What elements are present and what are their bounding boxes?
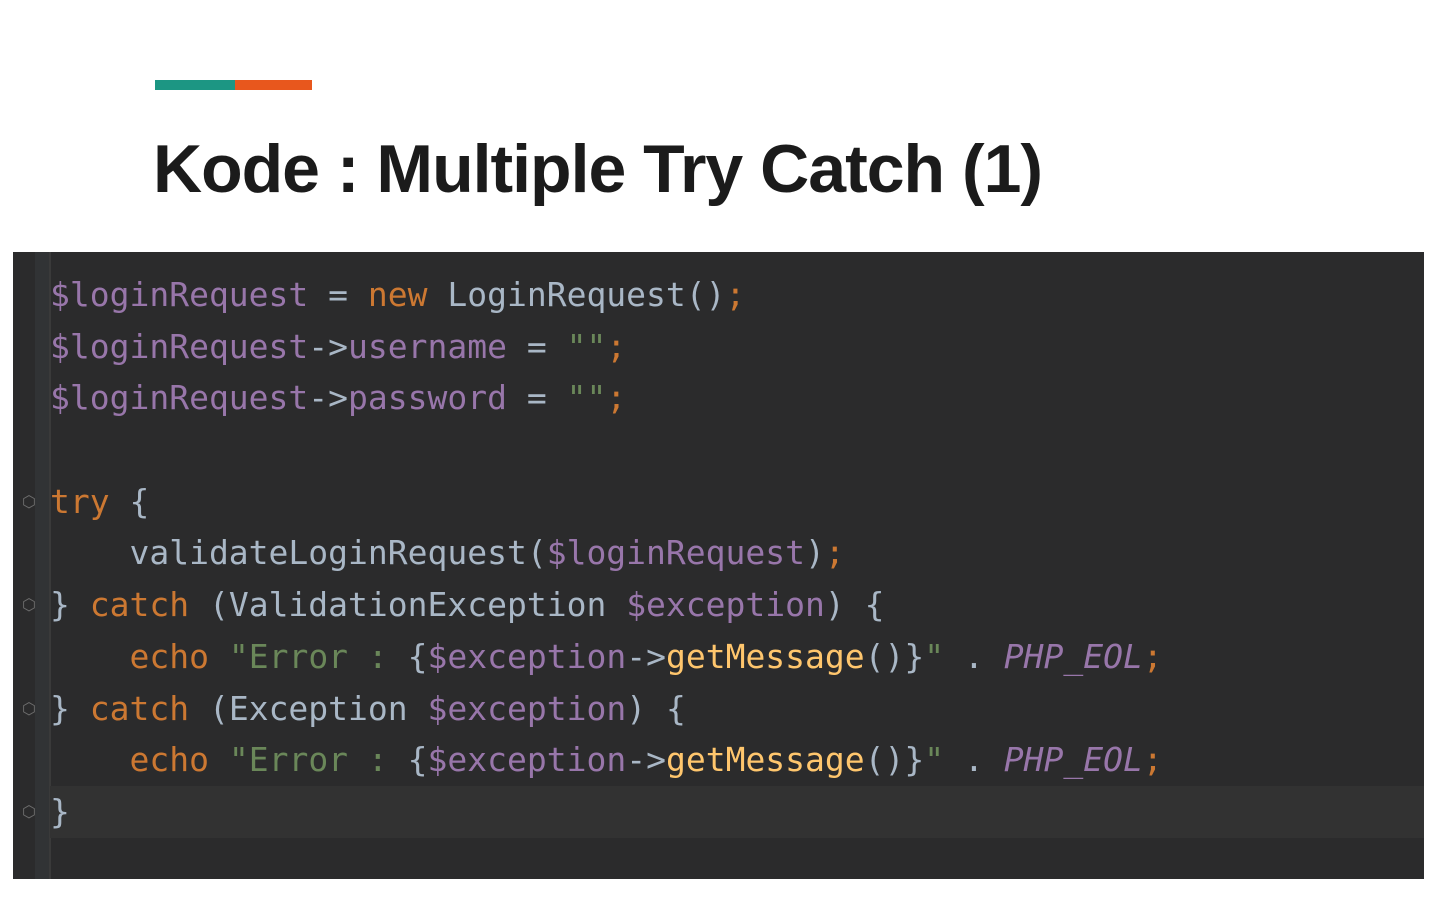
code-token: =: [506, 378, 567, 418]
code-token: ;: [824, 533, 845, 573]
code-token: {: [109, 481, 150, 521]
code-token: }: [50, 585, 90, 625]
accent-orange-segment: [235, 80, 312, 90]
code-token: $loginRequest: [50, 275, 309, 314]
code-token: username: [348, 326, 507, 366]
code-token: getMessage: [665, 636, 865, 676]
code-token: echo: [129, 636, 209, 676]
code-token: {: [407, 636, 428, 676]
code-token: ->: [308, 326, 349, 366]
code-line: $loginRequest = new LoginRequest();: [50, 269, 1424, 321]
code-token: validateLoginRequest(: [50, 533, 547, 573]
code-editor: $loginRequest = new LoginRequest(); $logi…: [13, 252, 1424, 879]
code-token: getMessage: [665, 740, 865, 780]
code-token: $loginRequest: [50, 326, 309, 366]
code-token: ;: [606, 378, 627, 418]
code-line: ⬡}: [22, 785, 1424, 838]
code-token: LoginRequest(): [427, 275, 726, 314]
code-token: ;: [725, 275, 746, 314]
code-token: "": [566, 326, 607, 366]
code-token: ": [924, 636, 945, 676]
code-token: {: [407, 740, 428, 780]
code-token: $exception: [427, 688, 627, 728]
code-line: validateLoginRequest($loginRequest);: [50, 527, 1424, 579]
code-token: new: [367, 275, 428, 314]
code-token: (Exception: [189, 688, 428, 728]
code-token: }: [50, 791, 70, 831]
code-token: password: [348, 378, 507, 418]
code-token: catch: [89, 688, 190, 728]
fold-marker-icon[interactable]: ⬡: [22, 595, 36, 615]
code-token: ()}: [864, 636, 925, 676]
code-token: $exception: [427, 636, 627, 676]
code-token: =: [308, 275, 368, 314]
code-token: try: [50, 481, 110, 521]
slide-title: Kode : Multiple Try Catch (1): [153, 131, 1043, 207]
code-token: $loginRequest: [50, 378, 309, 418]
code-token: echo: [129, 740, 209, 780]
code-token: "": [566, 378, 607, 418]
accent-teal-segment: [155, 80, 235, 90]
code-token: catch: [89, 585, 190, 625]
code-token: .: [944, 740, 1004, 780]
code-line: ⬡} catch (Exception $exception) {: [22, 683, 1424, 735]
code-line: ⬡} catch (ValidationException $exception…: [22, 579, 1424, 631]
code-token: "Error :: [228, 740, 408, 780]
code-token: ()}: [864, 740, 925, 780]
code-line: echo "Error : {$exception->getMessage()}…: [50, 734, 1424, 786]
code-token: }: [50, 688, 90, 728]
code-token: PHP_EOL: [1003, 740, 1143, 780]
code-token: ) {: [824, 585, 885, 625]
editor-gutter: [35, 252, 51, 879]
code-token: ->: [626, 740, 666, 780]
code-block: $loginRequest = new LoginRequest(); $logi…: [22, 269, 1424, 838]
code-line: ⬡ try {: [22, 476, 1424, 528]
code-token: (ValidationException: [189, 585, 627, 625]
code-token: ": [924, 740, 945, 780]
code-token: ;: [606, 326, 627, 366]
code-token: ): [804, 533, 825, 573]
code-line: $loginRequest->password = "";: [50, 372, 1424, 424]
fold-marker-icon[interactable]: ⬡: [22, 802, 36, 822]
code-token: "Error :: [228, 636, 408, 676]
code-token: ->: [308, 378, 349, 418]
code-token: .: [944, 636, 1004, 676]
code-token: PHP_EOL: [1003, 636, 1143, 676]
title-accent-bar: [155, 80, 312, 90]
code-token: $loginRequest: [546, 533, 805, 573]
fold-marker-icon[interactable]: ⬡: [22, 699, 36, 719]
code-line: $loginRequest->username = "";: [50, 321, 1424, 373]
code-token: $exception: [626, 585, 825, 625]
code-token: $exception: [427, 740, 627, 780]
code-token: ->: [626, 636, 666, 676]
code-token: =: [506, 326, 567, 366]
fold-marker-icon[interactable]: ⬡: [22, 492, 36, 512]
code-token: ) {: [626, 688, 686, 728]
code-token: ;: [1142, 636, 1163, 676]
code-line: echo "Error : {$exception->getMessage()}…: [50, 631, 1424, 683]
code-token: ;: [1142, 740, 1163, 780]
